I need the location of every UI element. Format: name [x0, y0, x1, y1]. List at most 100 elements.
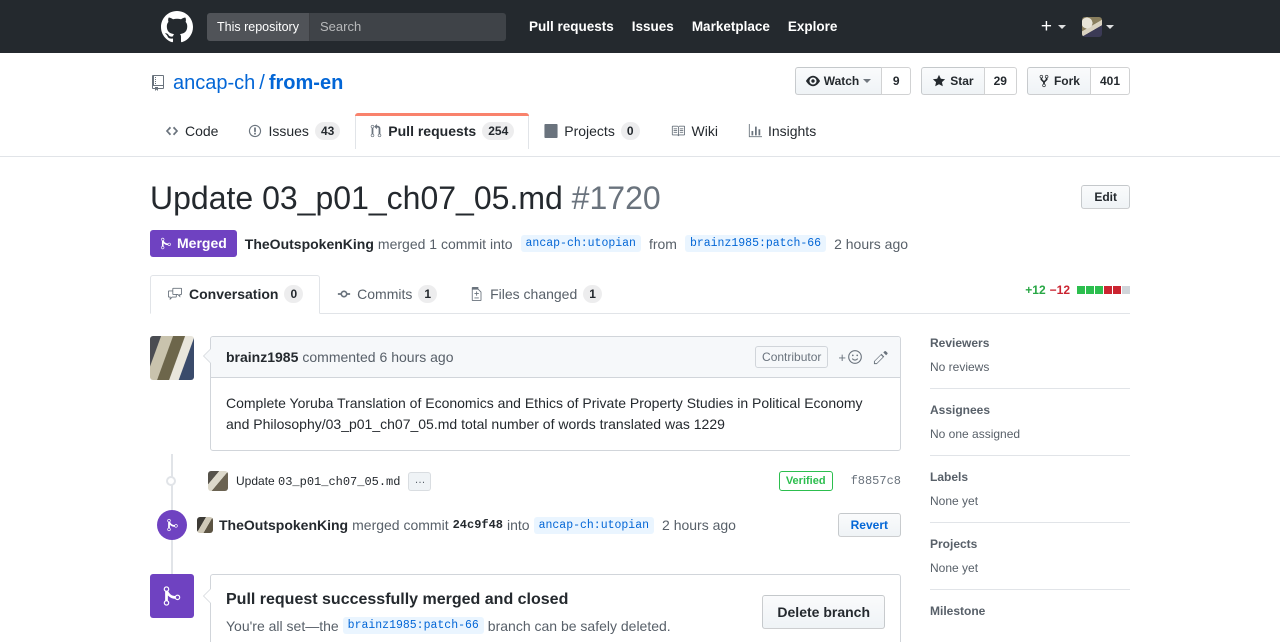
watch-button[interactable]: Watch [795, 67, 882, 95]
tab-conversation-label: Conversation [189, 285, 278, 303]
fork-button-group: Fork 401 [1027, 67, 1130, 95]
status-badge-label: Merged [177, 235, 227, 252]
tab-wiki[interactable]: Wiki [655, 113, 733, 149]
sidebar-title[interactable]: Assignees [930, 403, 1130, 417]
comment-body: Complete Yoruba Translation of Economics… [211, 378, 900, 450]
verified-badge[interactable]: Verified [779, 471, 833, 491]
repository-nav-tabs: Code Issues 43 Pull requests 254 Project… [150, 112, 1130, 148]
revert-button[interactable]: Revert [838, 513, 901, 537]
nav-explore[interactable]: Explore [779, 19, 847, 34]
diffstat-blocks [1077, 286, 1130, 294]
sidebar-title[interactable]: Labels [930, 470, 1130, 484]
commit-details-button[interactable]: … [408, 472, 431, 491]
global-nav: Pull requests Issues Marketplace Explore [520, 19, 846, 34]
pencil-icon[interactable] [873, 350, 888, 365]
tab-conversation[interactable]: Conversation 0 [150, 275, 320, 314]
commit-message-file: 03_p01_ch07_05.md [278, 475, 400, 489]
diffstat-block [1104, 286, 1112, 294]
merge-event-user[interactable]: TheOutspokenKing [219, 517, 348, 533]
delete-branch-button[interactable]: Delete branch [762, 595, 885, 629]
merge-event-branch[interactable]: ancap-ch:utopian [534, 517, 654, 534]
issue-opened-icon [248, 124, 262, 138]
sidebar-title[interactable]: Projects [930, 537, 1130, 551]
comment-box: brainz1985 commented 6 hours ago Contrib… [210, 336, 901, 451]
edit-button[interactable]: Edit [1081, 185, 1130, 209]
merged-subtitle-pre: You're all set—the [226, 618, 339, 634]
code-icon [165, 124, 179, 138]
git-pull-request-icon [370, 124, 382, 138]
diffstat-block [1095, 286, 1103, 294]
watch-button-group: Watch 9 [795, 67, 912, 95]
commit-sha[interactable]: f8857c8 [851, 474, 901, 488]
merged-subtitle: You're all set—the brainz1985:patch-66 b… [226, 617, 762, 634]
fork-button[interactable]: Fork [1027, 67, 1090, 95]
user-menu-chevron-down-icon[interactable] [1106, 25, 1114, 29]
tab-pull-requests[interactable]: Pull requests 254 [355, 113, 529, 149]
pull-request-sidebar: Reviewers No reviews Assignees No one as… [930, 336, 1130, 642]
github-mark-icon[interactable] [161, 11, 193, 43]
avatar[interactable] [1082, 17, 1102, 37]
comment-discussion-icon [167, 287, 183, 301]
fork-label: Fork [1054, 72, 1080, 90]
breadcrumb-repo[interactable]: from-en [269, 71, 343, 95]
tab-files-changed-label: Files changed [490, 285, 577, 303]
tab-files-changed[interactable]: Files changed 1 [454, 275, 619, 314]
book-icon [670, 124, 686, 138]
head-branch-ref[interactable]: brainz1985:patch-66 [685, 235, 826, 252]
sidebar-title[interactable]: Reviewers [930, 336, 1130, 350]
tab-projects[interactable]: Projects 0 [529, 113, 654, 149]
nav-marketplace[interactable]: Marketplace [683, 19, 779, 34]
git-merge-icon [150, 574, 194, 618]
tab-issues-label: Issues [268, 122, 308, 140]
sidebar-section-milestone: Milestone [930, 604, 1130, 632]
tab-issues[interactable]: Issues 43 [233, 113, 355, 149]
create-menu-chevron-down-icon[interactable] [1058, 25, 1066, 29]
watch-label: Watch [824, 72, 860, 90]
tab-wiki-label: Wiki [692, 122, 718, 140]
merged-message: Pull request successfully merged and clo… [210, 574, 901, 642]
commit-node-icon [166, 476, 176, 486]
timeline-merge-event: TheOutspokenKing merged commit 24c9f48 i… [150, 510, 901, 540]
diffstat-block [1122, 286, 1130, 294]
comment-author[interactable]: brainz1985 [226, 349, 298, 365]
git-merge-icon [157, 510, 187, 540]
pull-request-page: Update 03_p01_ch07_05.md #1720 Edit Merg… [150, 157, 1130, 642]
timeline-comment: brainz1985 commented 6 hours ago Contrib… [150, 336, 901, 451]
commit-meta: Verified f8857c8 [779, 471, 901, 491]
commit-message-prefix: Update [236, 474, 278, 488]
sidebar-section-reviewers: Reviewers No reviews [930, 336, 1130, 389]
search-input[interactable] [310, 13, 506, 41]
merge-event-sha[interactable]: 24c9f48 [453, 518, 503, 532]
sidebar-title[interactable]: Milestone [930, 604, 1130, 618]
add-reaction-icon[interactable]: + [838, 349, 863, 365]
nav-issues[interactable]: Issues [623, 19, 683, 34]
merged-title: Pull request successfully merged and clo… [226, 590, 762, 611]
diffstat-deletions: −12 [1050, 283, 1070, 297]
commit-message[interactable]: Update 03_p01_ch07_05.md [236, 474, 400, 489]
sidebar-value: No reviews [930, 360, 1130, 374]
tab-code[interactable]: Code [150, 113, 233, 149]
merge-event-timestamp: 2 hours ago [662, 517, 736, 533]
nav-pull-requests[interactable]: Pull requests [520, 19, 623, 34]
avatar[interactable] [150, 336, 194, 380]
plus-icon[interactable]: + [1039, 17, 1054, 36]
watch-chevron-down-icon [863, 79, 871, 83]
merger-name[interactable]: TheOutspokenKing [245, 236, 374, 252]
tab-insights[interactable]: Insights [733, 113, 831, 149]
base-branch-ref[interactable]: ancap-ch:utopian [521, 235, 641, 252]
page-title: Update 03_p01_ch07_05.md #1720 [150, 179, 1081, 217]
tab-code-label: Code [185, 122, 218, 140]
search-context-button[interactable]: This repository [207, 13, 310, 41]
global-search[interactable]: This repository [207, 13, 506, 41]
merge-event-text: TheOutspokenKing merged commit 24c9f48 i… [197, 517, 736, 534]
breadcrumb-owner[interactable]: ancap-ch [173, 71, 255, 95]
merge-event-action: merged commit [352, 517, 448, 533]
timeline-commit-event: Update 03_p01_ch07_05.md … Verified f885… [150, 469, 901, 493]
diffstat-block [1113, 286, 1121, 294]
tab-commits[interactable]: Commits 1 [320, 275, 454, 314]
star-button[interactable]: Star [921, 67, 983, 95]
avatar[interactable] [208, 471, 228, 491]
avatar[interactable] [197, 517, 213, 533]
comment-timestamp[interactable]: 6 hours ago [380, 349, 454, 365]
timeline: brainz1985 commented 6 hours ago Contrib… [150, 336, 901, 642]
